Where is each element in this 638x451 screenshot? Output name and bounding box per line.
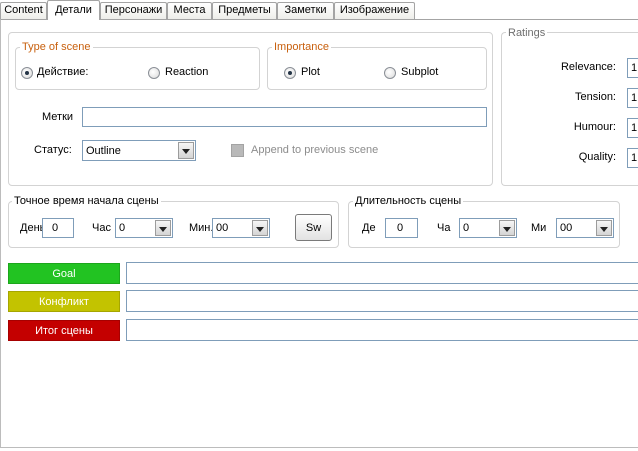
start-hour-dropdown-button[interactable] [155,220,171,236]
duration-hour-dropdown[interactable]: 0 [459,218,517,238]
duration-hour-label: Ча [437,222,451,234]
start-minute-value: 00 [216,222,229,234]
action-radio[interactable] [21,67,33,79]
duration-hour-dropdown-button[interactable] [499,220,515,236]
chevron-down-icon [182,149,190,154]
append-to-previous-label: Append to previous scene [251,144,379,156]
tab-content[interactable]: Content [0,2,47,19]
duration-day-value: 0 [397,222,404,234]
tension-label: Tension: [575,91,616,103]
conflict-input[interactable] [126,290,638,312]
tags-label: Метки [42,111,74,123]
tags-input[interactable] [82,107,487,127]
duration-minute-dropdown[interactable]: 00 [556,218,614,238]
tab-label: Content [4,4,43,16]
start-hour-value: 0 [119,222,126,234]
conflict-label: Конфликт [8,291,120,312]
start-minute-label: Мин. [189,222,214,234]
start-day-value: 0 [52,222,59,234]
tab-label: Заметки [284,4,327,16]
subplot-radio[interactable] [384,67,396,79]
tab-notes[interactable]: Заметки [277,2,334,19]
importance-title: Importance [272,41,332,53]
chevron-down-icon [503,227,511,232]
switch-button-label: Sw [305,221,322,234]
type-of-scene-title: Type of scene [20,41,93,53]
outcome-input[interactable] [126,319,638,341]
quality-label: Quality: [578,151,616,163]
tab-label: Детали [55,4,92,16]
duration-minute-dropdown-button[interactable] [596,220,612,236]
tab-label: Предметы [218,4,271,16]
relevance-value: 1 [631,62,638,74]
start-day-input[interactable]: 0 [42,218,74,238]
humour-label: Humour: [573,121,616,133]
duration-day-input[interactable]: 0 [385,218,418,238]
switch-button[interactable]: Sw [295,214,332,241]
duration-day-label: Де [362,222,376,234]
tab-image[interactable]: Изображение [334,2,415,19]
reaction-radio-label[interactable]: Reaction [165,66,208,79]
tab-label: Места [173,4,206,16]
start-minute-dropdown[interactable]: 00 [212,218,270,238]
humour-input[interactable]: 1 [627,118,638,138]
tab-details[interactable]: Детали [47,0,100,20]
duration-title: Длительность сцены [353,195,464,207]
tab-label: Изображение [339,4,410,16]
reaction-radio[interactable] [148,67,160,79]
subplot-radio-label[interactable]: Subplot [401,66,438,79]
start-hour-dropdown[interactable]: 0 [115,218,173,238]
importance-group [267,47,487,90]
tension-input[interactable]: 1 [627,88,638,108]
chevron-down-icon [159,227,167,232]
start-hour-label: Час [92,222,111,234]
duration-minute-label: Ми [531,222,547,234]
start-minute-dropdown-button[interactable] [252,220,268,236]
tab-locations[interactable]: Места [167,2,212,19]
outcome-label: Итог сцены [8,320,120,341]
status-dropdown[interactable]: Outline [82,140,196,161]
quality-input[interactable]: 1 [627,148,638,168]
chevron-down-icon [600,227,608,232]
status-value: Outline [86,144,121,157]
tab-characters[interactable]: Персонажи [100,2,167,19]
start-time-title: Точное время начала сцены [12,195,161,207]
duration-hour-value: 0 [463,222,470,234]
append-to-previous-checkbox[interactable] [231,144,244,157]
plot-radio-label[interactable]: Plot [301,66,320,79]
status-label: Статус: [34,144,72,156]
tab-items[interactable]: Предметы [212,2,277,19]
humour-value: 1 [631,122,638,134]
quality-value: 1 [631,152,638,164]
duration-minute-value: 00 [560,222,573,234]
relevance-input[interactable]: 1 [627,58,638,78]
goal-label: Goal [8,263,120,284]
chevron-down-icon [256,227,264,232]
goal-input[interactable] [126,262,638,284]
tab-label: Персонажи [104,4,163,16]
plot-radio[interactable] [284,67,296,79]
relevance-label: Relevance: [560,61,616,73]
action-radio-label[interactable]: Действие: [37,66,88,79]
status-dropdown-button[interactable] [178,142,194,159]
tension-value: 1 [631,92,638,104]
ratings-title: Ratings [506,27,548,39]
start-day-label: День [20,222,42,234]
